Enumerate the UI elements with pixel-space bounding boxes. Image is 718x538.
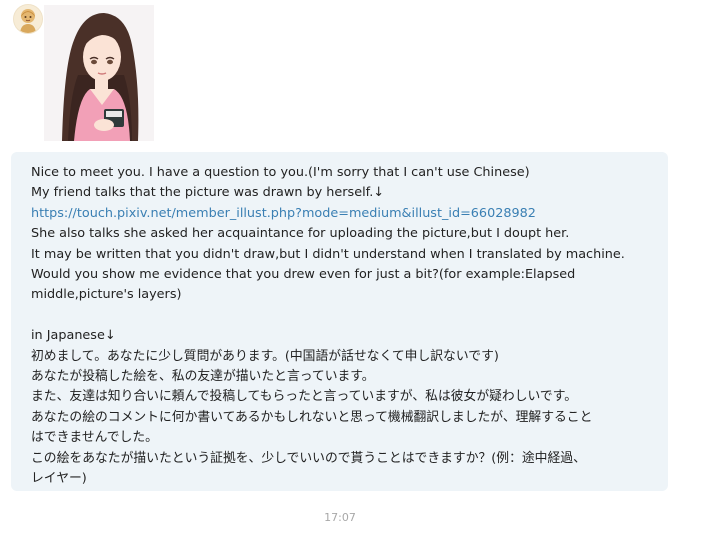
message-line: レイヤー) — [31, 471, 87, 487]
avatar-badge-icon — [14, 5, 42, 33]
sender-avatar-badge-icon[interactable] — [14, 5, 42, 33]
message-line: She also talks she asked her acquaintanc… — [31, 226, 570, 242]
message-bubble[interactable]: Nice to meet you. I have a question to y… — [11, 152, 668, 491]
message-line: はできませんでした。 — [31, 430, 158, 446]
message-line: in Japanese↓ — [31, 328, 116, 344]
profile-picture[interactable] — [44, 5, 154, 141]
chat-window: Nice to meet you. I have a question to y… — [0, 0, 718, 538]
message-line: middle,picture's layers) — [31, 287, 182, 303]
message-line: また、友達は知り合いに頼んで投稿してもらったと言っていますが、私は彼女が疑わしい… — [31, 389, 578, 405]
pixiv-illust-link[interactable]: https://touch.pixiv.net/member_illust.ph… — [31, 204, 668, 224]
message-line: 初めまして。あなたに少し質問があります。(中国語が話せなくて申し訳ないです) — [31, 348, 499, 364]
message-line: あなたの絵のコメントに何か書いてあるかもしれないと思って機械翻訳しましたが、理解… — [31, 409, 593, 425]
message-line: この絵をあなたが描いたという証拠を、少しでいいので貰うことはできますか？(例：途… — [31, 450, 586, 466]
message-line: My friend talks that the picture was dra… — [31, 185, 385, 201]
profile-illustration — [44, 5, 154, 141]
message-line: あなたが投稿した絵を、私の友達が描いたと言っています。 — [31, 369, 375, 385]
message-timestamp: 17:07 — [324, 511, 356, 524]
message-line: Nice to meet you. I have a question to y… — [31, 165, 530, 180]
message-line: It may be written that you didn't draw,b… — [31, 246, 625, 262]
message-line: Would you show me evidence that you drew… — [31, 267, 576, 283]
